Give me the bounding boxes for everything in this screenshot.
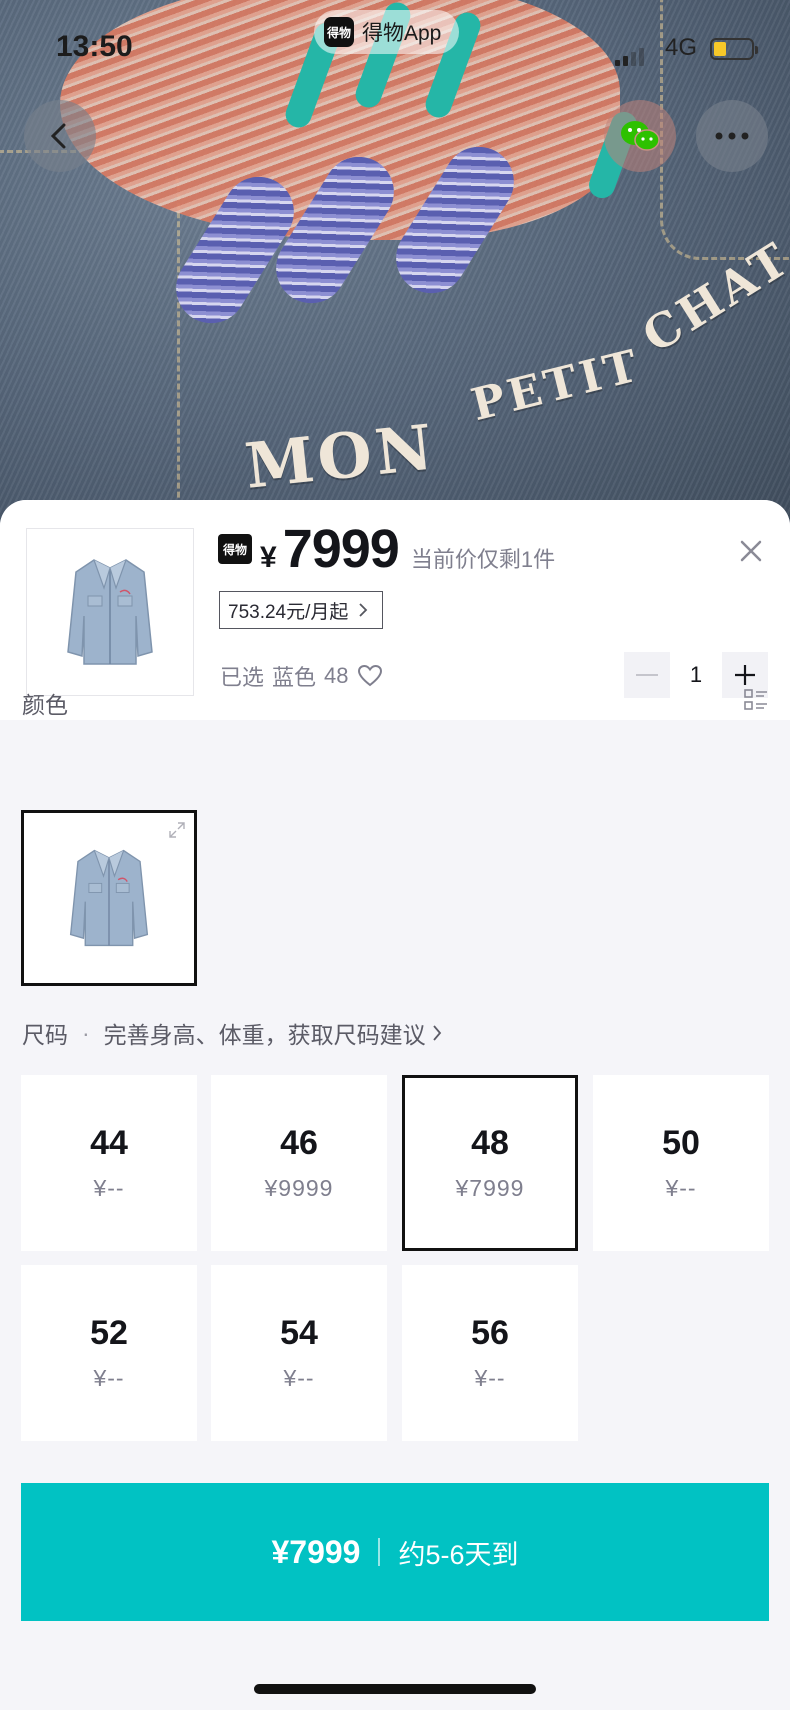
stock-note: 当前价仅剩1件 <box>410 547 556 572</box>
status-time: 13:50 <box>56 30 133 63</box>
color-section-title: 颜色 <box>22 692 68 718</box>
buy-price: ¥7999 <box>271 1533 361 1570</box>
app-name: 得物App <box>362 22 442 45</box>
jacket-image <box>69 849 149 947</box>
size-price: ¥-- <box>665 1175 697 1201</box>
home-indicator[interactable] <box>254 1684 536 1694</box>
app-logo-icon: 得物 <box>324 17 354 47</box>
expand-icon[interactable] <box>168 821 186 839</box>
size-option-52[interactable]: 52 ¥-- <box>21 1265 197 1441</box>
price-row: 得物 ¥ 7999 当前价仅剩1件 <box>218 518 555 580</box>
size-option-50[interactable]: 50 ¥-- <box>593 1075 769 1251</box>
more-icon <box>715 132 749 140</box>
delivery-eta: 约5-6天到 <box>398 1539 519 1570</box>
share-wechat-button[interactable] <box>604 100 676 172</box>
chevron-right-icon <box>359 603 368 617</box>
product-thumbnail[interactable] <box>26 528 194 696</box>
hero-text-petit: PETIT <box>466 339 647 432</box>
size-price: ¥9999 <box>264 1175 334 1201</box>
signal-icon <box>615 48 644 66</box>
size-price: ¥7999 <box>455 1175 525 1201</box>
color-option-blue[interactable] <box>21 810 197 986</box>
buy-separator <box>378 1538 381 1566</box>
size-option-46[interactable]: 46 ¥9999 <box>211 1075 387 1251</box>
size-option-56[interactable]: 56 ¥-- <box>402 1265 578 1441</box>
size-price: ¥-- <box>93 1175 125 1201</box>
app-indicator[interactable]: 得物 得物App <box>314 10 460 54</box>
decrease-button[interactable] <box>624 652 670 698</box>
wechat-icon <box>621 121 660 151</box>
currency-symbol: ¥ <box>260 541 277 574</box>
size-section-title: 尺码 <box>22 1022 68 1048</box>
more-button[interactable] <box>696 100 768 172</box>
size-number: 56 <box>471 1314 509 1352</box>
chevron-right-icon <box>432 1025 441 1041</box>
network-type: 4G <box>665 34 698 61</box>
battery-icon <box>710 38 758 60</box>
heart-icon[interactable] <box>357 664 383 688</box>
product-price: 7999 <box>282 519 400 579</box>
hero-stitch-left <box>0 150 180 540</box>
close-icon[interactable] <box>736 536 766 566</box>
separator-dot: · <box>82 1019 90 1046</box>
size-number: 50 <box>662 1124 700 1162</box>
list-view-icon[interactable] <box>744 688 768 712</box>
jacket-image <box>67 559 153 665</box>
size-price: ¥-- <box>93 1365 125 1391</box>
size-price: ¥-- <box>474 1365 506 1391</box>
plus-icon <box>735 665 755 685</box>
selected-color: 蓝色 <box>272 665 317 690</box>
size-hint-text: 完善身高、体重，获取尺码建议 <box>103 1022 426 1048</box>
size-option-48-selected[interactable]: 48 ¥7999 <box>402 1075 578 1251</box>
buy-button[interactable]: ¥7999 约5-6天到 <box>21 1483 769 1621</box>
sku-selector-sheet: 得物 ¥ 7999 当前价仅剩1件 753.24元/月起 已选 蓝色 48 1 <box>0 500 790 1710</box>
size-number: 54 <box>280 1314 318 1352</box>
hero-text-mon: MON <box>241 410 440 503</box>
selected-label: 已选 <box>220 665 265 690</box>
installment-button[interactable]: 753.24元/月起 <box>219 591 384 629</box>
installment-text: 753.24元/月起 <box>228 601 349 623</box>
size-number: 44 <box>90 1124 128 1162</box>
size-guide-link[interactable]: 尺码 · 完善身高、体重，获取尺码建议 <box>22 1016 442 1050</box>
back-icon <box>50 123 66 149</box>
size-number: 46 <box>280 1124 318 1162</box>
sheet-header: 得物 ¥ 7999 当前价仅剩1件 753.24元/月起 已选 蓝色 48 1 <box>0 500 790 720</box>
status-bar: 13:50 得物 得物App 4G <box>0 0 790 100</box>
size-option-44[interactable]: 44 ¥-- <box>21 1075 197 1251</box>
minus-icon <box>636 674 658 676</box>
size-price: ¥-- <box>283 1365 315 1391</box>
back-button[interactable] <box>24 100 96 172</box>
selected-size: 48 <box>324 663 349 688</box>
size-number: 48 <box>471 1124 509 1162</box>
selected-summary: 已选 蓝色 48 <box>220 660 383 692</box>
quantity-value: 1 <box>689 662 703 687</box>
size-number: 52 <box>90 1314 128 1352</box>
size-option-54[interactable]: 54 ¥-- <box>211 1265 387 1441</box>
brand-badge-icon: 得物 <box>218 534 252 564</box>
